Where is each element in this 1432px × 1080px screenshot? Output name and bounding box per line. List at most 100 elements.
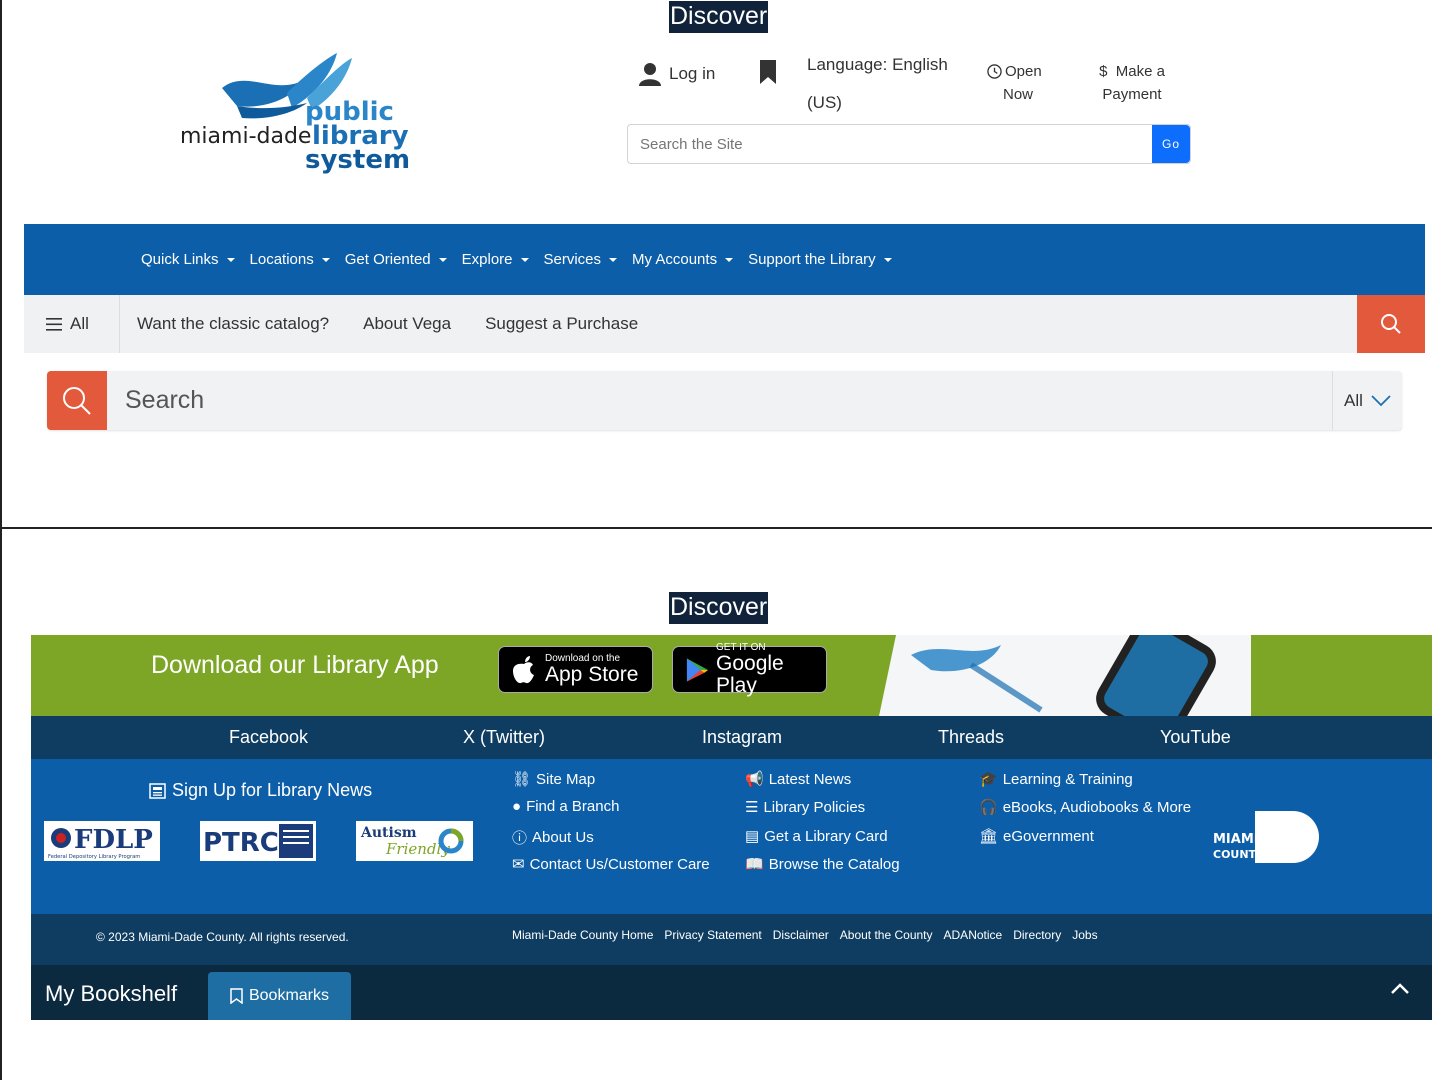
footer-links-section: Sign Up for Library News FDLP Federal De… [31,759,1432,914]
egovernment-link[interactable]: 🏛 eGovernment [979,827,1094,846]
caret-down-icon [609,257,618,262]
nav-support-the-library[interactable]: Support the Library [748,251,892,268]
hamburger-icon [46,317,62,331]
graduation-cap-icon: 🎓 [979,771,998,788]
list-icon: ☰ [745,799,759,816]
bookshelf-title: My Bookshelf [45,981,178,1006]
legal-links: Miami-Dade County Home Privacy Statement… [512,928,1098,942]
toolbar-search-button[interactable] [1357,295,1425,353]
search-scope-dropdown[interactable]: All [1332,371,1402,430]
fdlp-badge[interactable]: FDLP Federal Depository Library Program [44,821,160,861]
svg-text:PTRC: PTRC [203,828,279,858]
catalog-search-button[interactable] [47,371,107,430]
threads-link[interactable]: Threads [938,727,1004,748]
library-card-link[interactable]: ▤ Get a Library Card [745,827,888,846]
nav-services[interactable]: Services [544,251,618,268]
apple-icon [513,655,534,683]
about-vega-link[interactable]: About Vega [363,314,451,334]
vega-toolbar: All Want the classic catalog? About Vega… [24,295,1425,353]
ptrc-badge[interactable]: PTRC [200,821,316,861]
bookmark-icon[interactable] [759,60,777,84]
miami-dade-county-logo[interactable]: MIAMI-DADE COUNTY [1211,811,1319,863]
google-play-button[interactable]: GET IT ON Google Play [672,642,827,697]
ptrc-logo-icon: PTRC [203,824,313,858]
privacy-link[interactable]: Privacy Statement [664,928,761,942]
instagram-link[interactable]: Instagram [702,727,782,748]
about-county-link[interactable]: About the County [840,928,933,942]
make-payment-link[interactable]: $ Make a Payment [1096,60,1168,106]
login-label: Log in [669,64,716,83]
link-label: Latest News [768,770,852,788]
twitter-link[interactable]: X (Twitter) [463,727,545,748]
learning-training-link[interactable]: 🎓 Learning & Training [979,770,1133,789]
nav-locations[interactable]: Locations [250,251,330,268]
ebooks-link[interactable]: 🎧 eBooks, Audiobooks & More [979,798,1191,817]
go-button[interactable]: Go [1152,125,1190,163]
library-policies-link[interactable]: ☰ Library Policies [745,798,865,817]
open-line1: Open [1005,63,1042,80]
all-menu-button[interactable]: All [24,295,120,353]
info-icon: ⓘ [512,830,528,847]
site-search-form: Go [627,124,1191,164]
bullhorn-icon: 📢 [745,771,764,788]
government-building-icon: 🏛 [979,828,999,845]
header-panel: Discover public miami-dade library syste… [0,0,1432,529]
county-home-link[interactable]: Miami-Dade County Home [512,928,653,942]
about-us-link[interactable]: ⓘ About Us [512,827,594,848]
bookmarks-tab[interactable]: Bookmarks [208,972,351,1020]
find-branch-link[interactable]: ● Find a Branch [512,798,619,815]
svg-text:FDLP: FDLP [74,825,153,855]
nav-quick-links[interactable]: Quick Links [141,251,235,268]
svg-text:Autism: Autism [360,825,417,841]
logo-system: system [305,145,410,175]
directory-link[interactable]: Directory [1013,928,1061,942]
app-banner-title: Download our Library App [151,651,439,679]
headphones-icon: 🎧 [979,799,998,816]
nav-get-oriented[interactable]: Get Oriented [345,251,447,268]
site-search-input[interactable] [628,125,1152,163]
link-label: eGovernment [1003,827,1094,845]
nav-my-accounts[interactable]: My Accounts [632,251,734,268]
all-label: All [70,314,89,333]
google-play-icon [686,657,709,682]
link-label: Contact Us/Customer Care [529,855,710,873]
scope-label: All [1344,390,1363,410]
browse-catalog-link[interactable]: 📖 Browse the Catalog [745,855,900,874]
latest-news-link[interactable]: 📢 Latest News [745,770,852,789]
open-now-link[interactable]: Open Now [987,60,1049,106]
suggest-purchase-link[interactable]: Suggest a Purchase [485,314,638,334]
caret-down-icon [883,257,892,262]
login-link[interactable]: Log in [639,62,715,86]
link-label: Learning & Training [1002,770,1133,788]
autism-friendly-badge[interactable]: Autism Friendly [356,821,473,861]
caret-down-icon [321,257,330,262]
app-store-button[interactable]: Download on the App Store [498,646,653,693]
site-map-link[interactable]: ⛓ Site Map [512,770,595,789]
discover-label: Discover [669,1,769,33]
ada-notice-link[interactable]: ADANotice [944,928,1003,942]
chevron-down-icon [1371,394,1391,406]
caret-down-icon [725,257,734,262]
catalog-search-input[interactable]: Search [107,386,1332,415]
chevron-up-icon[interactable] [1390,983,1410,995]
classic-catalog-link[interactable]: Want the classic catalog? [137,314,329,334]
youtube-link[interactable]: YouTube [1160,727,1231,748]
library-logo[interactable]: public miami-dade library system [177,48,417,176]
nav-explore[interactable]: Explore [462,251,529,268]
disclaimer-link[interactable]: Disclaimer [773,928,829,942]
search-icon [63,386,91,415]
payment-line2: Payment [1102,86,1162,103]
signup-label: Sign Up for Library News [172,780,373,800]
nav-label: My Accounts [632,251,718,268]
link-label: Browse the Catalog [768,855,900,873]
caret-down-icon [226,257,235,262]
contact-us-link[interactable]: ✉ Contact Us/Customer Care [512,855,710,874]
appstore-big: App Store [545,663,639,686]
googleplay-big: Google Play [716,652,784,697]
newsletter-signup-link[interactable]: Sign Up for Library News [149,780,372,801]
catalog-search-bar: Search All [47,371,1402,430]
jobs-link[interactable]: Jobs [1072,928,1097,942]
facebook-link[interactable]: Facebook [229,727,308,748]
bookmarks-label: Bookmarks [248,987,330,1004]
language-selector[interactable]: Language: English (US) [807,46,948,122]
